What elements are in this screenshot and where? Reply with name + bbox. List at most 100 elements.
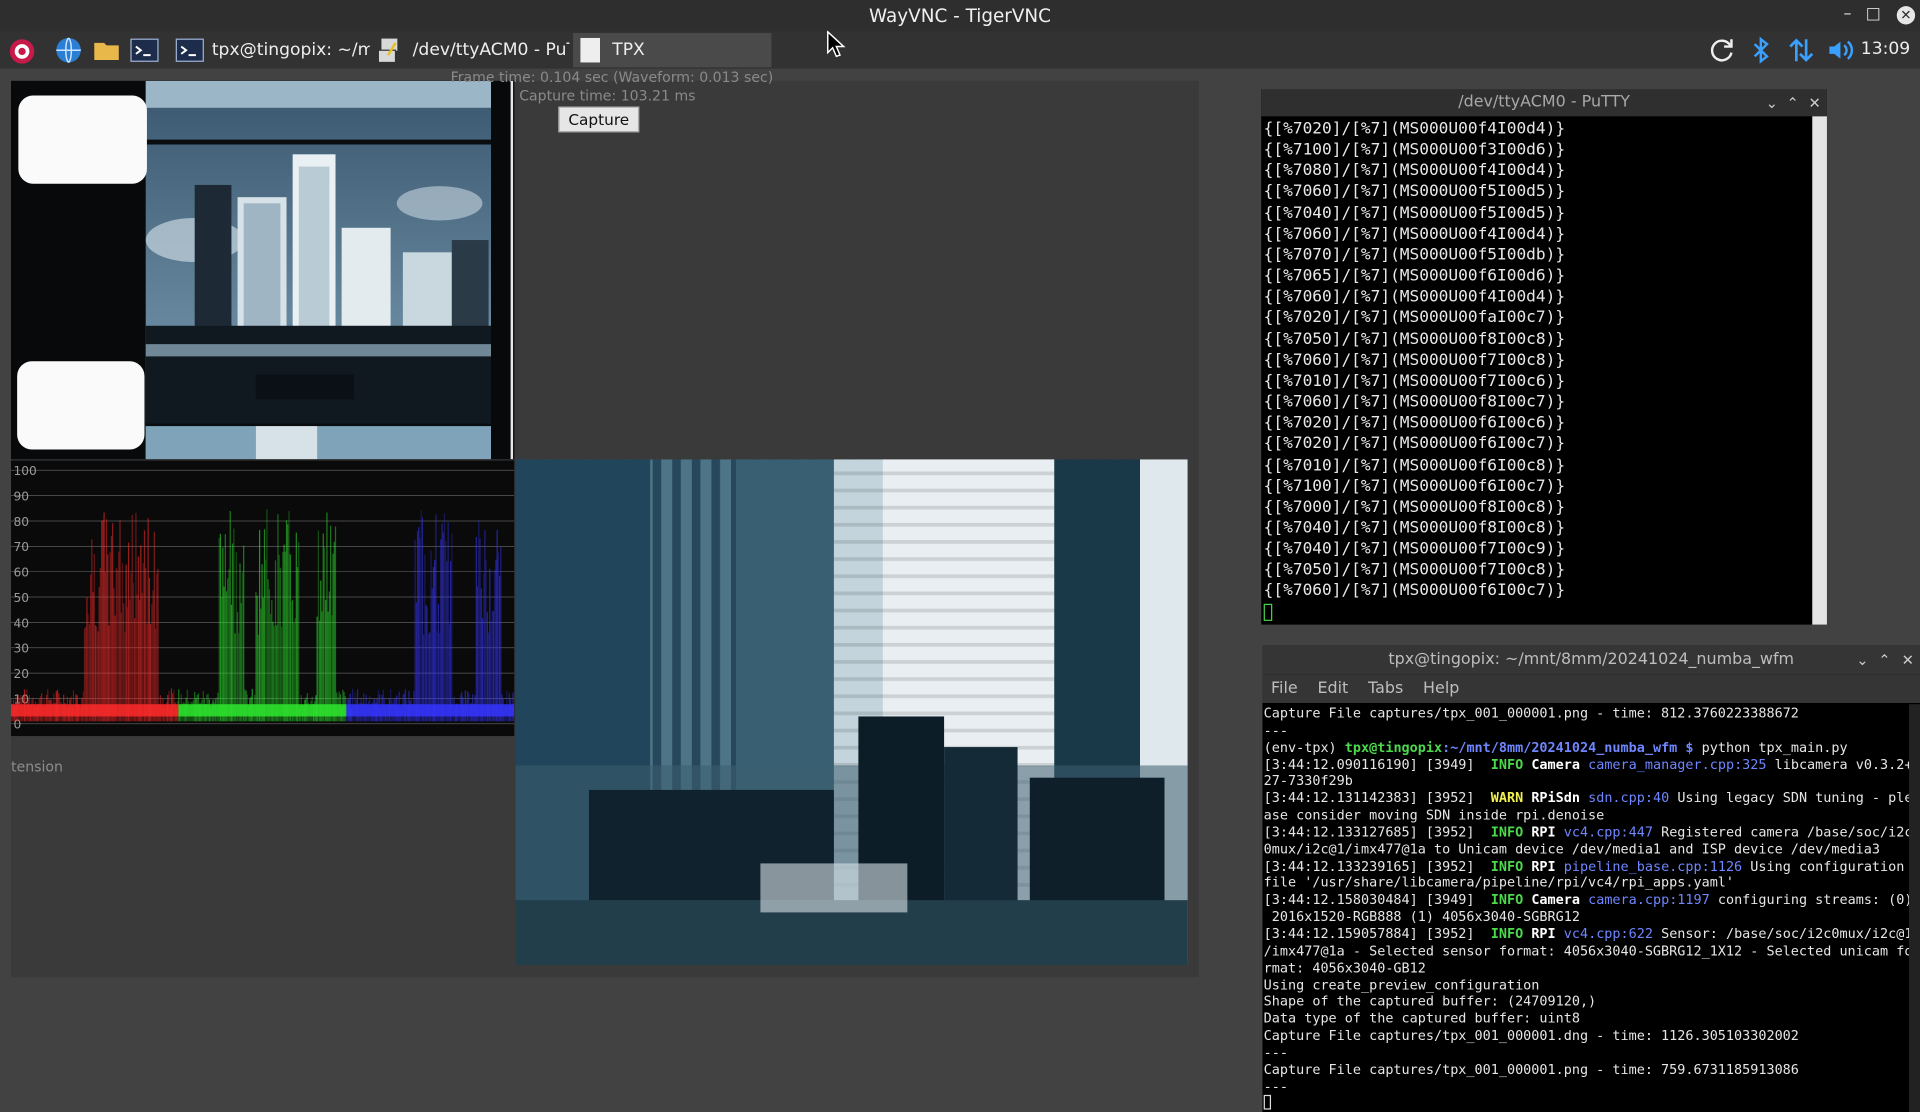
putty-line: {[%7020]/[%7](MS000U00faI00c7)}: [1263, 309, 1566, 328]
terminal-line: Using create_preview_configuration: [1264, 977, 1913, 994]
close-icon[interactable]: ✕: [1902, 645, 1914, 674]
updater-icon[interactable]: [1707, 36, 1736, 65]
log-level: INFO: [1490, 925, 1524, 942]
log-continuation: 0mux/i2c@1/imx477@1a to Unicam device /d…: [1263, 841, 1881, 857]
terminal-line: Shape of the captured buffer: (24709120,…: [1264, 994, 1913, 1011]
waveform-tick-label: 20: [13, 667, 29, 681]
task-putty[interactable]: /dev/ttyACM0 - PuTT...: [373, 33, 569, 67]
log-component: Camera: [1531, 891, 1580, 908]
terminal-scrollbar[interactable]: [1908, 704, 1920, 1112]
volume-icon[interactable]: [1826, 36, 1855, 65]
putty-line: {[%7020]/[%7](MS000U00f6I00c7)}: [1263, 435, 1566, 454]
log-timestamp: [3:44:12.133239165] [3952]: [1263, 858, 1491, 874]
terminal-line: [3:44:12.158030484] [3949] INFO Camera c…: [1264, 892, 1913, 909]
waveform-tick-label: 100: [13, 464, 36, 478]
log-level: INFO: [1490, 891, 1524, 908]
capture-button[interactable]: Capture: [558, 106, 640, 133]
chevron-down-icon[interactable]: ⌄: [1856, 645, 1868, 674]
log-level: INFO: [1490, 824, 1524, 841]
terminal-line: rmat: 4056x3040-GB12: [1264, 960, 1913, 977]
task-putty-label: /dev/ttyACM0 - PuTT...: [412, 40, 570, 61]
bluetooth-icon[interactable]: [1746, 36, 1775, 65]
menu-file[interactable]: File: [1271, 675, 1298, 703]
document-icon: [580, 37, 601, 63]
putty-scrollbar[interactable]: [1812, 116, 1827, 625]
terminal-tail-line: Capture File captures/tpx_001_000001.dng…: [1263, 1027, 1799, 1044]
task-terminal[interactable]: tpx@tingopix: ~/mnt...: [174, 33, 370, 67]
terminal-line: Capture File captures/tpx_001_000001.png…: [1264, 1061, 1913, 1078]
log-component: RPI: [1531, 858, 1556, 874]
menu-help[interactable]: Help: [1423, 675, 1459, 703]
terminal-line: ase consider moving SDN inside rpi.denoi…: [1264, 807, 1913, 824]
putty-line: {[%7100]/[%7](MS000U00f3I00d6)}: [1263, 141, 1566, 160]
log-continuation: /imx477@1a - Selected sensor format: 405…: [1263, 942, 1913, 959]
log-source: sdn.cpp:40: [1588, 790, 1670, 807]
terminal-line: [3:44:12.133127685] [3952] INFO RPI vc4.…: [1264, 824, 1913, 841]
task-terminal-label: tpx@tingopix: ~/mnt...: [211, 40, 370, 61]
putty-line: {[%7060]/[%7](MS000U00f6I00c7)}: [1263, 582, 1566, 601]
terminal-menubar: File Edit Tabs Help: [1262, 674, 1920, 703]
waveform-tick-label: 40: [13, 616, 29, 630]
menu-tabs[interactable]: Tabs: [1368, 675, 1403, 703]
putty-output[interactable]: {[%7020]/[%7](MS000U00f4I00d4)} {[%7100]/…: [1263, 119, 1566, 623]
minimize-icon[interactable]: –: [1843, 5, 1851, 23]
folder-icon[interactable]: [92, 36, 121, 65]
putty-line: {[%7050]/[%7](MS000U00f7I00c8)}: [1263, 561, 1566, 580]
separator: ---: [1263, 722, 1289, 739]
log-source: vc4.cpp:447: [1563, 824, 1653, 841]
terminal-line: Data type of the captured buffer: uint8: [1264, 1011, 1913, 1028]
terminal-line: Capture File captures/tpx_001_000001.dng…: [1264, 1028, 1913, 1045]
chevron-up-icon[interactable]: ⌃: [1786, 89, 1798, 116]
terminal-line: ---: [1264, 1045, 1913, 1062]
log-message: Using legacy SDN tuning - ple: [1669, 790, 1913, 807]
log-continuation: 27-7330f29b: [1263, 773, 1353, 790]
maximize-icon[interactable]: □: [1866, 5, 1881, 23]
log-timestamp: [3:44:12.131142383] [3952]: [1263, 790, 1491, 807]
close-icon[interactable]: ✕: [1809, 89, 1821, 116]
terminal-line: ---: [1264, 1078, 1913, 1095]
putty-line: {[%7065]/[%7](MS000U00f6I00d6)}: [1263, 267, 1566, 286]
terminal-output[interactable]: Capture File captures/tpx_001_000001.png…: [1263, 705, 1913, 1112]
terminal-tail-line: Using create_preview_configuration: [1263, 976, 1540, 993]
chevron-up-icon[interactable]: ⌃: [1878, 645, 1890, 674]
terminal-tail-line: ---: [1263, 1044, 1289, 1061]
log-timestamp: [3:44:12.090116190] [3949]: [1263, 756, 1491, 773]
menu-edit[interactable]: Edit: [1317, 675, 1348, 703]
terminal-tail-line: Capture File captures/tpx_001_000001.png…: [1263, 1061, 1799, 1078]
browser-globe-icon[interactable]: [54, 36, 83, 65]
network-icon[interactable]: [1787, 36, 1816, 65]
terminal-line: [3:44:12.090116190] [3949] INFO Camera c…: [1264, 756, 1913, 773]
text-cursor: [1263, 1095, 1272, 1111]
terminal-line: Capture File captures/tpx_001_000001.png…: [1264, 705, 1913, 722]
task-tpx[interactable]: TPX: [573, 33, 772, 68]
terminal-icon[interactable]: [130, 36, 159, 65]
raspberry-menu-icon[interactable]: [7, 36, 36, 65]
tpx-app: Frame time: 0.104 sec (Waveform: 0.013 s…: [10, 69, 1199, 978]
log-source: camera_manager.cpp:325: [1588, 756, 1767, 773]
log-level: INFO: [1490, 756, 1524, 773]
chevron-down-icon[interactable]: ⌄: [1766, 89, 1778, 116]
log-timestamp: [3:44:12.133127685] [3952]: [1263, 824, 1491, 841]
terminal-icon: [175, 38, 204, 62]
putty-line: {[%7010]/[%7](MS000U00f6I00c8)}: [1263, 456, 1566, 475]
putty-cursor: [1263, 602, 1565, 623]
log-continuation: 2016x1520-RGB888 (1) 4056x3040-SGBRG12: [1263, 908, 1580, 925]
mouse-cursor-icon: [827, 30, 846, 58]
log-component: Camera: [1531, 756, 1580, 773]
log-component: RPI: [1531, 824, 1556, 841]
window-titlebar: WayVNC - TigerVNC – □ ✕: [0, 0, 1920, 32]
film-strip-image: [11, 80, 515, 460]
terminal-window: tpx@tingopix: ~/mnt/8mm/20241024_numba_w…: [1262, 645, 1920, 1112]
putty-line: {[%7020]/[%7](MS000U00f6I00c6)}: [1263, 414, 1566, 433]
log-message: libcamera v0.3.2+: [1766, 756, 1913, 773]
terminal-line: (env-tpx) tpx@tingopix:~/mnt/8mm/2024102…: [1264, 739, 1913, 756]
film-frame-preview: [11, 80, 515, 460]
rgb-waveform: 1009080706050403020100: [10, 460, 515, 737]
green-channel-trace: [178, 509, 347, 722]
log-component: RPiSdn: [1531, 790, 1580, 807]
putty-line: {[%7040]/[%7](MS000U00f8I00c8)}: [1263, 519, 1566, 538]
putty-window: /dev/ttyACM0 - PuTTY ⌄ ⌃ ✕ {[%7020]/[%7]…: [1261, 89, 1827, 625]
terminal-cursor-line: [1263, 1095, 1913, 1112]
putty-line: {[%7040]/[%7](MS000U00f7I00c9)}: [1263, 540, 1566, 559]
close-icon[interactable]: ✕: [1896, 6, 1916, 25]
